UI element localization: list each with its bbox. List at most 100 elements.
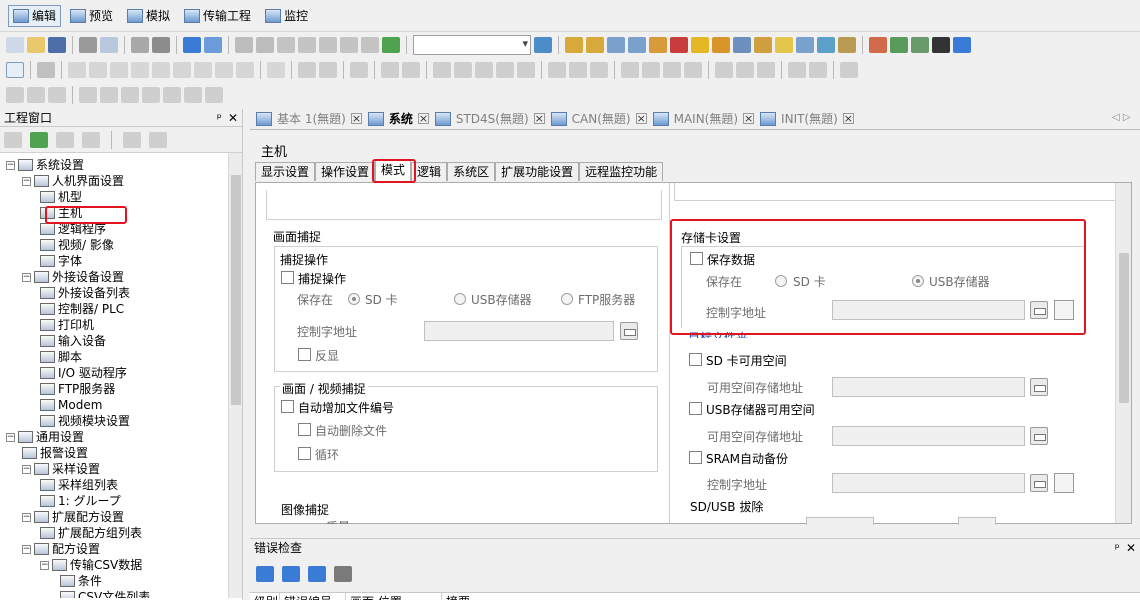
- address-icon[interactable]: [565, 37, 583, 53]
- tool-icon[interactable]: [131, 37, 149, 53]
- align-right-icon[interactable]: [121, 87, 139, 103]
- tree-node[interactable]: − 传输CSV数据: [40, 557, 142, 573]
- recipe-icon[interactable]: [817, 37, 835, 53]
- menu-tab-transfer[interactable]: 传输工程: [179, 5, 256, 27]
- settings-subtab[interactable]: 操作设置: [315, 162, 376, 181]
- tree-expander-icon[interactable]: −: [22, 512, 31, 522]
- marker-tool-icon[interactable]: [236, 62, 254, 78]
- image-icon[interactable]: [869, 37, 887, 53]
- menu-tab-edit[interactable]: 编辑: [8, 4, 62, 27]
- menu-tab-monitor[interactable]: 监控: [260, 5, 313, 27]
- doc-tab[interactable]: CAN(無題) ×: [550, 110, 647, 127]
- settings-subtab[interactable]: 扩展功能设置: [495, 162, 580, 181]
- trend-graph-icon[interactable]: [454, 62, 472, 78]
- sound-icon[interactable]: [775, 37, 793, 53]
- sram-backup-checkbox[interactable]: [689, 451, 702, 464]
- menu-tab-simulate[interactable]: 模拟: [122, 5, 175, 27]
- msg-part-icon[interactable]: [590, 62, 608, 78]
- tree-node[interactable]: 视频模块设置: [40, 413, 130, 429]
- zoom-icon[interactable]: [48, 87, 66, 103]
- check-setting-icon[interactable]: [308, 566, 326, 582]
- tree-node[interactable]: 外接设备列表: [40, 285, 130, 301]
- usb-free-addr-picker-button[interactable]: [1030, 427, 1048, 445]
- doc-tab[interactable]: 系统 ×: [367, 110, 429, 127]
- paste-icon[interactable]: [319, 37, 337, 53]
- window-icon[interactable]: [890, 37, 908, 53]
- tree-node[interactable]: 机型: [40, 189, 82, 205]
- error-col-number[interactable]: 错误编号: [280, 593, 346, 600]
- screen-select-combo[interactable]: [413, 35, 531, 55]
- tree-node[interactable]: 视频/ 影像: [40, 237, 114, 253]
- polygon-tool-icon[interactable]: [152, 62, 170, 78]
- tree-node[interactable]: 报警设置: [22, 445, 88, 461]
- redo-icon[interactable]: [256, 37, 274, 53]
- sd-free-space-checkbox[interactable]: [689, 353, 702, 366]
- usb-free-addr-input[interactable]: [832, 426, 1025, 446]
- tab-close-icon[interactable]: ×: [350, 113, 362, 124]
- loop-checkbox[interactable]: [298, 447, 311, 460]
- symbol-icon[interactable]: [586, 37, 604, 53]
- menu-tab-preview[interactable]: 预览: [65, 5, 118, 27]
- export-icon[interactable]: [932, 37, 950, 53]
- copy-item-icon[interactable]: [56, 131, 74, 148]
- calendar-part-icon[interactable]: [757, 62, 775, 78]
- undo-icon[interactable]: [235, 37, 253, 53]
- settings-subtab[interactable]: 系统区: [447, 162, 496, 181]
- display-part-icon[interactable]: [663, 62, 681, 78]
- usb-free-space-checkbox[interactable]: [689, 402, 702, 415]
- snap-icon[interactable]: [27, 87, 45, 103]
- switch-part-icon[interactable]: [298, 62, 316, 78]
- sram-ctrl-addr-input[interactable]: [832, 473, 1025, 493]
- file-part-icon[interactable]: [736, 62, 754, 78]
- cut-icon[interactable]: [277, 37, 295, 53]
- settings-subtab[interactable]: 逻辑: [411, 162, 448, 181]
- tree-node[interactable]: − 扩展配方设置: [22, 509, 124, 525]
- align-left-icon[interactable]: [79, 87, 97, 103]
- tree-expander-icon[interactable]: −: [22, 272, 31, 282]
- touch-part-icon[interactable]: [788, 62, 806, 78]
- properties-icon[interactable]: [4, 131, 22, 148]
- tree-node[interactable]: CSV文件列表: [60, 589, 150, 598]
- fill-tool-icon[interactable]: [215, 62, 233, 78]
- capture-op-checkbox[interactable]: [281, 271, 294, 284]
- remove-partial-field-2[interactable]: [958, 517, 996, 525]
- bar-graph-icon[interactable]: [433, 62, 451, 78]
- tree-node[interactable]: − 采样设置: [22, 461, 100, 477]
- tree-scroll-thumb[interactable]: [231, 175, 241, 405]
- tree-expander-icon[interactable]: −: [6, 160, 15, 170]
- tree-node[interactable]: − 人机界面设置: [22, 173, 124, 189]
- capture-sd-radio[interactable]: [348, 293, 360, 305]
- export-list-icon[interactable]: [334, 566, 352, 582]
- grid-part-icon[interactable]: [381, 62, 399, 78]
- new-icon[interactable]: [6, 37, 24, 53]
- tree-expander-icon[interactable]: −: [22, 176, 31, 186]
- doc-tab[interactable]: INIT(無題) ×: [760, 110, 854, 127]
- tree-node[interactable]: − 通用设置: [6, 429, 84, 445]
- close-icon[interactable]: ✕: [1126, 541, 1136, 555]
- tree-node[interactable]: − 配方设置: [22, 541, 100, 557]
- logic-icon[interactable]: [838, 37, 856, 53]
- close-icon[interactable]: ✕: [228, 111, 238, 125]
- rect-tool-icon[interactable]: [131, 62, 149, 78]
- text-table-icon[interactable]: [796, 37, 814, 53]
- align-center-icon[interactable]: [100, 87, 118, 103]
- arc-tool-icon[interactable]: [194, 62, 212, 78]
- save-icon[interactable]: [48, 37, 66, 53]
- print-preview-icon[interactable]: [100, 37, 118, 53]
- doc-tab[interactable]: MAIN(無題) ×: [652, 110, 755, 127]
- alert-icon[interactable]: [691, 37, 709, 53]
- duplicate-icon[interactable]: [340, 37, 358, 53]
- tree-expander-icon[interactable]: −: [22, 464, 31, 474]
- recipe-part-icon[interactable]: [715, 62, 733, 78]
- tree-node[interactable]: 打印机: [40, 317, 94, 333]
- capture-address-picker-button[interactable]: [620, 322, 638, 340]
- pin-icon[interactable]: ᵖ: [217, 111, 222, 125]
- tab-close-icon[interactable]: ×: [842, 113, 854, 124]
- error-col-position[interactable]: 画面 位置: [346, 593, 442, 600]
- window-part-icon[interactable]: [621, 62, 639, 78]
- key-icon[interactable]: [649, 37, 667, 53]
- capture-ctrl-addr-input[interactable]: [424, 321, 614, 341]
- meter-icon[interactable]: [496, 62, 514, 78]
- delete-item-icon[interactable]: [82, 131, 100, 148]
- lamp-part-icon[interactable]: [319, 62, 337, 78]
